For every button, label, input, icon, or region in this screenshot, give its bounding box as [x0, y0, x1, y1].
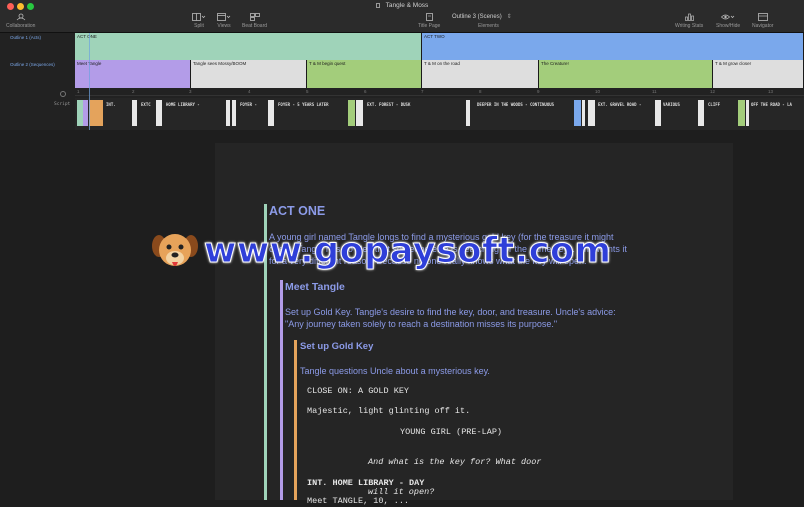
window-title: Tangle & Moss	[0, 2, 804, 9]
script-strip	[582, 100, 585, 126]
script-strip	[588, 100, 595, 126]
toolbar: Tangle & Moss Collaboration Split Views …	[0, 0, 804, 33]
ruler-number: 2	[132, 89, 135, 94]
sequence-outline-bar	[280, 280, 283, 500]
navigator-button[interactable]: Navigator	[752, 12, 773, 29]
views-icon	[217, 12, 231, 21]
script-strip	[89, 100, 103, 126]
collaboration-button[interactable]: Collaboration	[6, 12, 35, 29]
screenplay-transition[interactable]: CLOSE ON: A GOLD KEY	[307, 386, 409, 396]
act-heading[interactable]: ACT ONE	[269, 204, 325, 218]
script-strip	[746, 100, 749, 126]
views-button[interactable]: Views	[217, 12, 231, 29]
collaboration-icon	[16, 12, 26, 21]
script-strip	[83, 100, 88, 126]
script-strip	[156, 100, 162, 126]
scene-slug[interactable]: VARIOUS	[663, 102, 680, 107]
script-strip	[698, 100, 704, 126]
dog-logo-icon	[152, 234, 198, 266]
scene-slug[interactable]: FOYER -	[240, 102, 257, 107]
outline-row-label-sequences: Outline 2 (Sequences)	[10, 62, 55, 67]
scene-outline-bar	[294, 340, 297, 500]
script-strip	[356, 100, 363, 126]
script-strip	[738, 100, 745, 126]
screenplay-slugline[interactable]: INT. HOME LIBRARY - DAY	[307, 478, 424, 488]
ruler-number: 3	[189, 89, 192, 94]
elements-button[interactable]: Elements	[478, 12, 499, 29]
script-strip	[574, 100, 581, 126]
outline-sequence-block[interactable]: Tangle sees Mossy/BOOM	[191, 60, 307, 88]
sequence-description[interactable]: Set up Gold Key. Tangle's desire to find…	[285, 306, 616, 330]
ruler-number: 8	[479, 89, 482, 94]
ruler-number: 5	[306, 89, 309, 94]
scene-slug[interactable]: CLIFF	[708, 102, 720, 107]
outline-row-label-acts: Outline 1 (Acts)	[10, 35, 42, 40]
scene-slug[interactable]: FOYER - 5 YEARS LATER	[278, 102, 329, 107]
scene-description[interactable]: Tangle questions Uncle about a mysteriou…	[300, 365, 490, 377]
title-page-icon	[425, 12, 433, 21]
timeline-playhead[interactable]	[89, 33, 90, 130]
bar-chart-icon	[684, 12, 694, 21]
scene-slug[interactable]: HOME LIBRARY -	[166, 102, 200, 107]
script-strip	[132, 100, 137, 126]
script-strip	[268, 100, 274, 126]
split-icon	[192, 12, 206, 21]
ruler-number: 1	[77, 89, 80, 94]
outline-sequence-block[interactable]: Meet Tangle	[75, 60, 191, 88]
ruler-number: 4	[248, 89, 251, 94]
script-strip	[226, 100, 230, 126]
eye-icon	[721, 12, 735, 21]
script-track[interactable]: INT. EXTC HOME LIBRARY - FOYER - FOYER -…	[75, 98, 804, 130]
outline-sequence-block[interactable]: T & M grow closer	[713, 60, 804, 88]
show-hide-button[interactable]: Show/Hide	[716, 12, 740, 29]
screenplay-action[interactable]: Majestic, light glinting off it.	[307, 406, 470, 416]
sequence-heading[interactable]: Meet Tangle	[285, 281, 345, 293]
split-button[interactable]: Split	[192, 12, 206, 29]
chevron-updown-icon: ⇕	[506, 14, 512, 20]
title-page-button[interactable]: Title Page	[418, 12, 440, 29]
zoom-toggle-icon[interactable]	[60, 91, 66, 97]
outline-sequence-block[interactable]: T & M begin quest	[307, 60, 422, 88]
script-strip	[466, 100, 470, 126]
scene-heading[interactable]: Set up Gold Key	[300, 341, 373, 352]
outline-sequence-block[interactable]: The Creature!	[539, 60, 713, 88]
scene-slug[interactable]: EXT. GRAVEL ROAD -	[598, 102, 641, 107]
outline-act-block[interactable]: ACT TWO	[422, 33, 804, 60]
outline-sequence-block[interactable]: T & M on the road	[422, 60, 539, 88]
outline-act-block[interactable]: ACT ONE	[75, 33, 422, 60]
screenplay-action-next[interactable]: Meet TANGLE, 10, ...	[307, 496, 409, 506]
scene-slug[interactable]: EXT. FOREST - DUSK	[367, 102, 410, 107]
script-strip	[232, 100, 236, 126]
ruler-number: 9	[537, 89, 540, 94]
beat-board-button[interactable]: Beat Board	[242, 12, 267, 29]
scene-slug[interactable]: EXTC	[141, 102, 151, 107]
script-strip	[348, 100, 355, 126]
ruler-number: 12	[710, 89, 716, 94]
beat-board-icon	[249, 12, 260, 21]
page-ruler: 1 2 3 4 5 6 7 8 9 10 11 12 13	[75, 88, 804, 96]
ruler-number: 6	[364, 89, 367, 94]
ruler-number: 7	[421, 89, 424, 94]
ruler-number: 10	[595, 89, 601, 94]
scene-slug[interactable]: OFF THE ROAD - LA	[751, 102, 792, 107]
document-icon	[375, 3, 380, 8]
scene-slug[interactable]: INT.	[106, 102, 116, 107]
navigator-icon	[757, 12, 768, 21]
screenplay-character[interactable]: YOUNG GIRL (PRE-LAP)	[400, 427, 502, 437]
ruler-number: 13	[768, 89, 774, 94]
scene-slug[interactable]: DEEPER IN THE WOODS - CONTINUOUS	[477, 102, 554, 107]
script-track-label: Script	[54, 102, 71, 107]
ruler-number: 11	[652, 89, 657, 94]
writing-stats-button[interactable]: Writing Stats	[675, 12, 703, 29]
script-strip	[655, 100, 661, 126]
watermark: www.gopaysoft.com	[150, 226, 611, 276]
